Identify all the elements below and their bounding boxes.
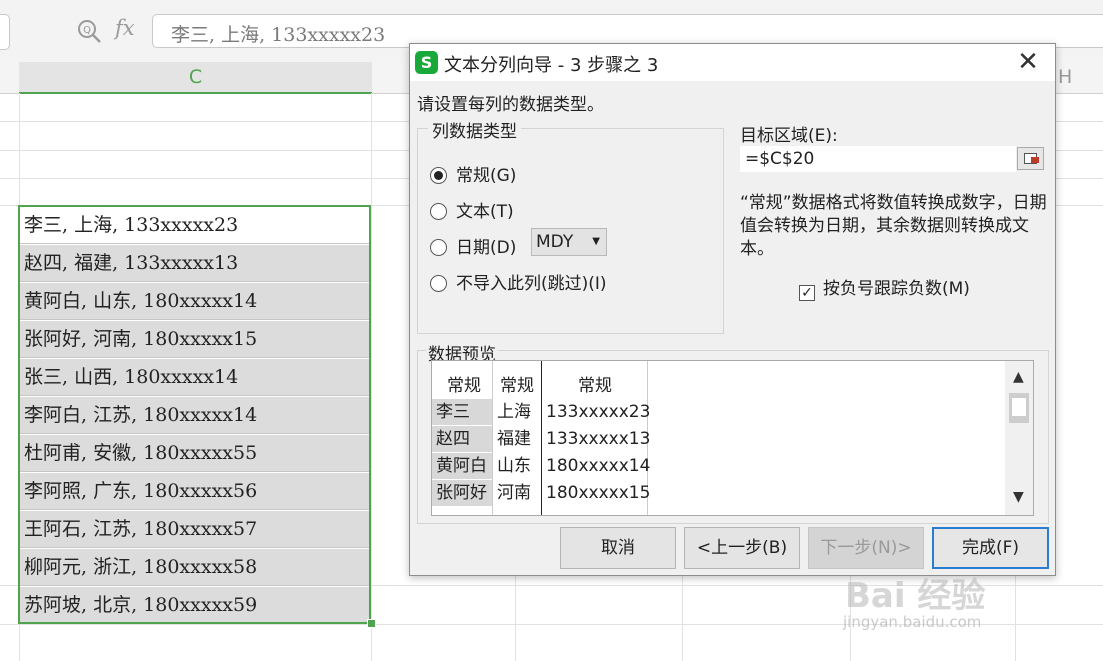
svg-text:Q: Q bbox=[83, 25, 91, 36]
zoom-formula-icon[interactable]: Q bbox=[76, 18, 102, 44]
dialog-titlebar[interactable]: S 文本分列向导 - 3 步骤之 3 ✕ bbox=[410, 44, 1055, 81]
column-header-b[interactable] bbox=[0, 62, 19, 94]
preview-header[interactable]: 常规 bbox=[500, 371, 534, 396]
dropdown-arrow-icon: ▼ bbox=[592, 236, 600, 247]
column-header-c[interactable]: C bbox=[19, 62, 372, 94]
date-format-value: MDY bbox=[536, 232, 574, 252]
preview-scrollbar[interactable]: ▲ ▼ bbox=[1005, 361, 1033, 515]
preview-cell: 180xxxxx14 bbox=[546, 456, 651, 476]
radio-icon[interactable] bbox=[430, 203, 447, 220]
dialog-title: 文本分列向导 - 3 步骤之 3 bbox=[444, 55, 659, 76]
preview-cell: 133xxxxx23 bbox=[546, 402, 651, 422]
preview-cell: 福建 bbox=[497, 429, 531, 449]
radio-date[interactable]: 日期(D) bbox=[430, 233, 516, 258]
date-format-select[interactable]: MDY ▼ bbox=[531, 228, 607, 256]
preview-cell: 山东 bbox=[497, 456, 531, 476]
column-type-group: 列数据类型 常规(G) 文本(T) 日期(D) MDY ▼ 不导入此列(跳过)(… bbox=[417, 117, 724, 334]
target-range-input[interactable]: =$C$20 bbox=[740, 146, 1016, 172]
radio-skip[interactable]: 不导入此列(跳过)(I) bbox=[430, 269, 607, 294]
fill-handle[interactable] bbox=[367, 619, 376, 628]
radio-icon[interactable] bbox=[430, 239, 447, 256]
dialog-prompt: 请设置每列的数据类型。 bbox=[417, 95, 604, 115]
scrollbar-thumb[interactable] bbox=[1009, 393, 1029, 423]
preview-cell: 赵四 bbox=[432, 426, 492, 452]
back-button[interactable]: <上一步(B) bbox=[684, 527, 800, 569]
preview-header[interactable]: 常规 bbox=[578, 371, 612, 396]
watermark-url: jingyan.baidu.com bbox=[843, 613, 982, 631]
preview-cell: 133xxxxx13 bbox=[546, 429, 651, 449]
fx-icon[interactable]: fx bbox=[115, 16, 135, 40]
preview-table[interactable]: 常规 常规 常规 李三 上海 133xxxxx23 赵四 福建 133xxxxx… bbox=[431, 360, 1034, 516]
radio-skip-label: 不导入此列(跳过)(I) bbox=[456, 274, 607, 294]
preview-cell: 黄阿白 bbox=[432, 453, 492, 479]
radio-icon[interactable] bbox=[430, 275, 447, 292]
negative-sign-checkbox[interactable]: ✓ 按负号跟踪负数(M) bbox=[799, 274, 970, 301]
radio-general[interactable]: 常规(G) bbox=[430, 161, 516, 186]
radio-date-label: 日期(D) bbox=[456, 238, 517, 258]
baidu-jingyan-logo: Bai 经验 bbox=[845, 576, 986, 616]
chevron-down-icon[interactable]: ▼ bbox=[1013, 489, 1024, 505]
column-header-h[interactable]: H bbox=[1056, 62, 1103, 94]
negative-sign-label: 按负号跟踪负数(M) bbox=[823, 279, 970, 299]
finish-button[interactable]: 完成(F) bbox=[932, 527, 1049, 569]
name-box-edge[interactable] bbox=[0, 14, 10, 50]
preview-header[interactable]: 常规 bbox=[447, 371, 481, 396]
preview-cell: 180xxxxx15 bbox=[546, 483, 651, 503]
close-icon[interactable]: ✕ bbox=[1013, 48, 1043, 78]
preview-cell: 河南 bbox=[497, 483, 531, 503]
target-range-label: 目标区域(E): bbox=[740, 126, 838, 146]
preview-cell: 上海 bbox=[497, 402, 531, 422]
range-picker-icon[interactable] bbox=[1017, 147, 1044, 170]
cancel-button[interactable]: 取消 bbox=[560, 527, 676, 569]
preview-cell: 李三 bbox=[432, 399, 492, 425]
selection-border bbox=[18, 205, 371, 624]
radio-text[interactable]: 文本(T) bbox=[430, 197, 514, 222]
column-type-group-title: 列数据类型 bbox=[428, 117, 521, 142]
next-button[interactable]: 下一步(N)> bbox=[808, 527, 924, 569]
radio-general-label: 常规(G) bbox=[456, 166, 517, 186]
radio-text-label: 文本(T) bbox=[456, 202, 514, 222]
checkbox-checked-icon[interactable]: ✓ bbox=[799, 285, 815, 301]
format-description: “常规”数据格式将数值转换成数字，日期值会转换为日期，其余数据则转换成文本。 bbox=[740, 193, 1047, 259]
text-to-columns-dialog: S 文本分列向导 - 3 步骤之 3 ✕ 请设置每列的数据类型。 列数据类型 常… bbox=[409, 43, 1056, 576]
preview-cell: 张阿好 bbox=[432, 480, 492, 506]
chevron-up-icon[interactable]: ▲ bbox=[1013, 369, 1024, 385]
radio-selected-icon[interactable] bbox=[430, 167, 447, 184]
wps-spreadsheet-icon: S bbox=[415, 51, 438, 74]
